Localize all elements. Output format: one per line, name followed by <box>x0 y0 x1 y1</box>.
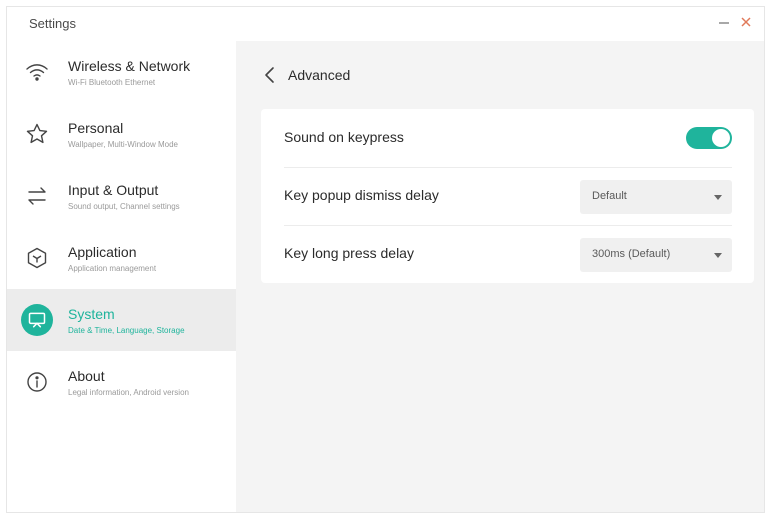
select-value: 300ms (Default) <box>592 248 671 260</box>
setting-label: Sound on keypress <box>284 129 404 145</box>
caret-down-icon <box>714 253 722 258</box>
select-value: Default <box>592 190 627 202</box>
setting-row-sound-on-keypress[interactable]: Sound on keypress <box>284 109 732 167</box>
main-panel: Advanced Sound on keypress Key popup dis… <box>236 41 764 512</box>
key-popup-dismiss-delay-select[interactable]: Default <box>580 180 732 214</box>
sound-on-keypress-toggle[interactable] <box>686 127 732 149</box>
settings-window: Settings Wireless & Network Wi-Fi Blueto… <box>6 6 765 513</box>
hexagon-app-icon <box>21 242 53 274</box>
sidebar-item-title: Wireless & Network <box>68 58 191 74</box>
wifi-icon <box>21 56 53 88</box>
info-icon <box>21 366 53 398</box>
minimize-icon[interactable] <box>716 15 732 31</box>
close-icon[interactable] <box>738 15 754 31</box>
sidebar-item-about[interactable]: About Legal information, Android version <box>7 351 236 413</box>
setting-label: Key long press delay <box>284 245 414 261</box>
sidebar-item-subtitle: Application management <box>68 264 157 273</box>
monitor-icon <box>21 304 53 336</box>
setting-label: Key popup dismiss delay <box>284 187 439 203</box>
sidebar-item-title: Personal <box>68 120 124 136</box>
toggle-knob <box>712 129 730 147</box>
sidebar: Wireless & Network Wi-Fi Bluetooth Ether… <box>7 41 236 512</box>
sidebar-item-system[interactable]: System Date & Time, Language, Storage <box>7 289 236 351</box>
sidebar-item-title: System <box>68 306 115 322</box>
sidebar-item-subtitle: Wi-Fi Bluetooth Ethernet <box>68 78 156 87</box>
sidebar-item-title: Application <box>68 244 137 260</box>
sidebar-item-subtitle: Date & Time, Language, Storage <box>68 326 185 335</box>
setting-row-key-popup-dismiss-delay: Key popup dismiss delay Default <box>284 167 732 225</box>
sidebar-item-subtitle: Legal information, Android version <box>68 388 189 397</box>
sidebar-item-subtitle: Sound output, Channel settings <box>68 202 180 211</box>
chevron-left-icon[interactable] <box>262 65 278 85</box>
sidebar-item-subtitle: Wallpaper, Multi-Window Mode <box>68 140 178 149</box>
sidebar-item-title: Input & Output <box>68 182 159 198</box>
title-bar: Settings <box>7 7 764 41</box>
sidebar-item-title: About <box>68 368 105 384</box>
setting-row-key-long-press-delay: Key long press delay 300ms (Default) <box>284 225 732 283</box>
star-icon <box>21 118 53 150</box>
sidebar-item-application[interactable]: Application Application management <box>7 227 236 289</box>
sidebar-item-wireless-network[interactable]: Wireless & Network Wi-Fi Bluetooth Ether… <box>7 41 236 103</box>
sidebar-item-personal[interactable]: Personal Wallpaper, Multi-Window Mode <box>7 103 236 165</box>
sidebar-item-input-output[interactable]: Input & Output Sound output, Channel set… <box>7 165 236 227</box>
caret-down-icon <box>714 195 722 200</box>
settings-card: Sound on keypress Key popup dismiss dela… <box>261 109 754 283</box>
page-title: Advanced <box>288 67 351 83</box>
window-title: Settings <box>29 16 76 31</box>
swap-arrows-icon <box>21 180 53 212</box>
key-long-press-delay-select[interactable]: 300ms (Default) <box>580 238 732 272</box>
